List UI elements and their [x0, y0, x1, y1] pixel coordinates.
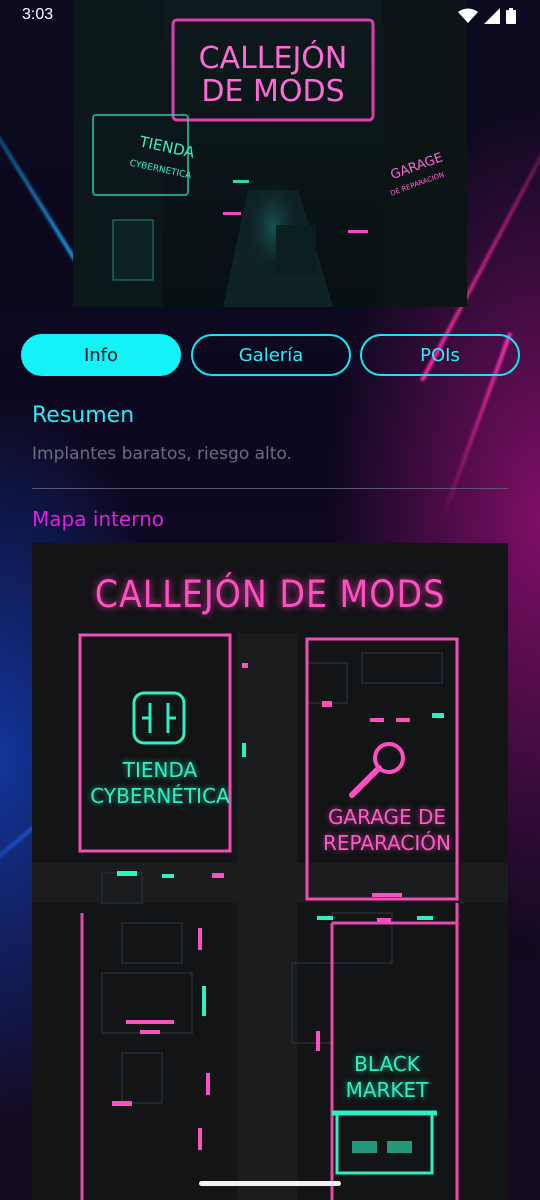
battery-icon — [506, 8, 516, 24]
status-bar: 3:03 — [0, 0, 540, 32]
summary-title: Resumen — [32, 403, 135, 428]
tab-galeria[interactable]: Galería — [191, 334, 351, 376]
tab-bar: Info Galería POIs — [21, 334, 520, 376]
summary-text: Implantes baratos, riesgo alto. — [32, 444, 292, 464]
internal-map-image: CALLEJÓN DE MODS TIENDA CYBERNÉTICA GARA… — [32, 543, 508, 1200]
status-time: 3:03 — [22, 6, 54, 23]
zone-black-market-label: BLACK MARKET — [332, 1051, 442, 1103]
zone-tienda-line1: TIENDA — [122, 758, 198, 782]
home-indicator[interactable] — [199, 1181, 341, 1186]
signal-icon — [484, 8, 500, 24]
zone-black-line2: MARKET — [345, 1078, 429, 1102]
tab-pois[interactable]: POIs — [360, 334, 520, 376]
zone-tienda-line2: CYBERNÉTICA — [90, 784, 230, 808]
hero-image: CALLEJÓN DE MODS TIENDA CYBERNETICA GARA… — [73, 0, 467, 307]
zone-garage-line2: REPARACIÓN — [323, 831, 451, 855]
hero-sign-line1: CALLEJÓN — [199, 39, 348, 76]
zone-garage-line1: GARAGE DE — [327, 805, 447, 829]
zone-black-line1: BLACK — [354, 1052, 420, 1076]
tab-info[interactable]: Info — [21, 334, 181, 376]
zone-tienda-label: TIENDA CYBERNÉTICA — [80, 757, 240, 809]
zone-garage-label: GARAGE DE REPARACIÓN — [312, 804, 462, 856]
hero-sign-line2: DE MODS — [201, 74, 344, 109]
map-section-title: Mapa interno — [32, 507, 164, 531]
divider — [32, 488, 508, 489]
wifi-icon — [458, 8, 478, 23]
map-heading: CALLEJÓN DE MODS — [94, 573, 446, 616]
